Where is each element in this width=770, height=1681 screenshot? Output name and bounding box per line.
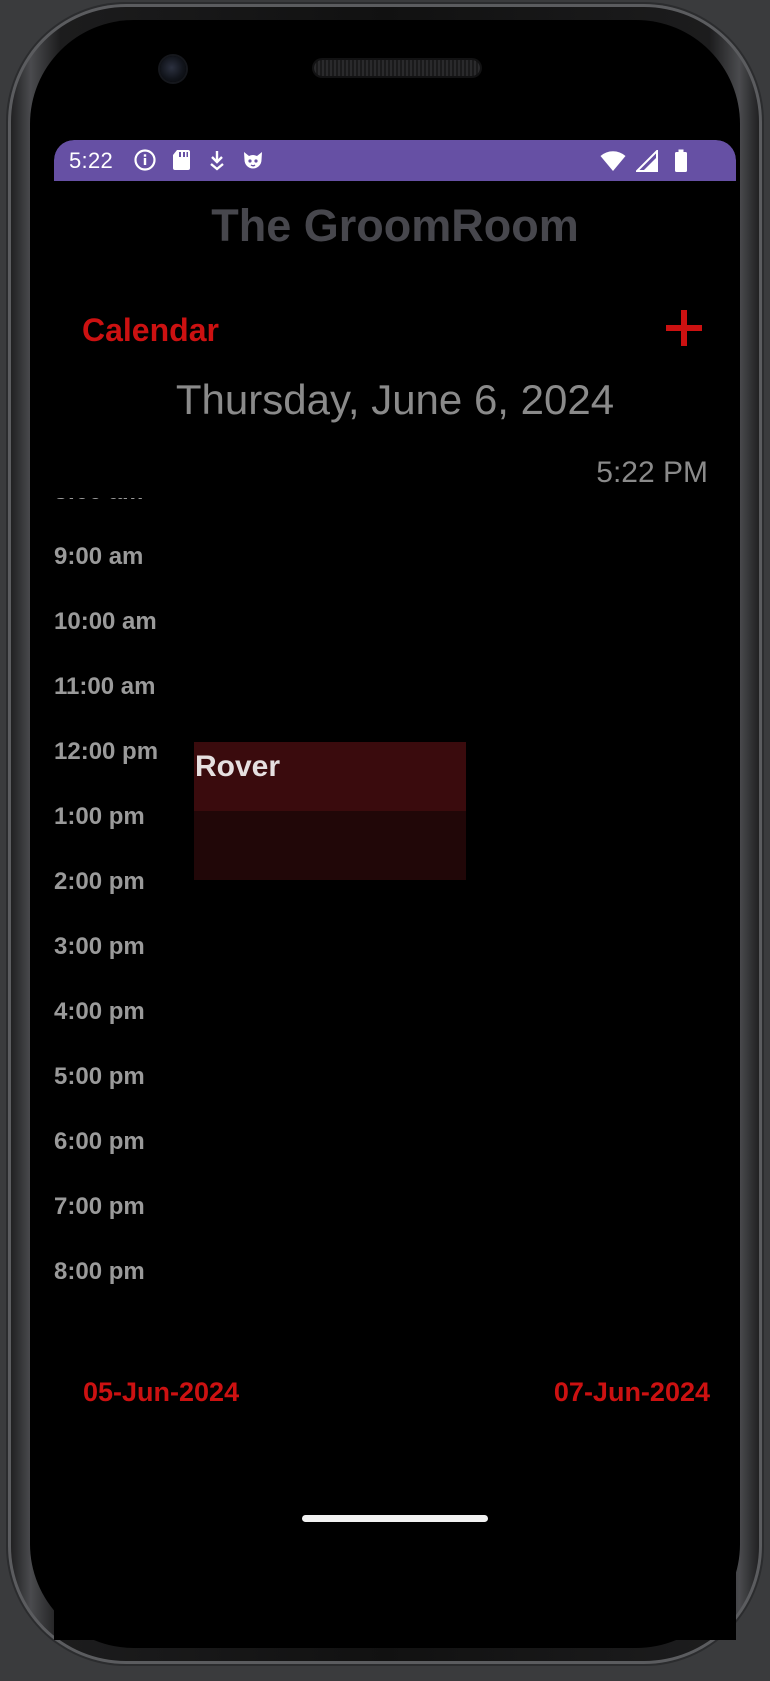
status-time: 5:22 xyxy=(69,148,114,173)
hour-label: 10:00 am xyxy=(54,608,157,635)
next-day-link[interactable]: 07-Jun-2024 xyxy=(554,1377,710,1408)
hour-label: 6:00 pm xyxy=(54,1128,145,1155)
hour-label: 3:00 pm xyxy=(54,933,145,960)
calendar-label: Calendar xyxy=(82,312,219,348)
status-bar: 5:22 xyxy=(54,140,736,181)
home-indicator[interactable] xyxy=(302,1515,488,1522)
plus-icon xyxy=(666,310,702,346)
signal-icon xyxy=(634,148,660,174)
earpiece-speaker xyxy=(314,60,480,76)
info-icon xyxy=(132,147,158,173)
hour-label: 8:00 pm xyxy=(54,1258,145,1285)
current-time: 5:22 PM xyxy=(596,456,708,489)
hour-label: 4:00 pm xyxy=(54,998,145,1025)
add-appointment-button[interactable] xyxy=(662,306,706,350)
wifi-icon xyxy=(600,148,626,174)
hour-label: 1:00 pm xyxy=(54,803,145,830)
phone-frame: 5:22 The GroomRoom Calendar Thursday, Ju… xyxy=(8,4,762,1664)
hour-label: 9:00 am xyxy=(54,543,144,570)
app-title: The GroomRoom xyxy=(211,200,579,251)
day-schedule[interactable]: 8:00 am 9:00 am 10:00 am 11:00 am 12:00 … xyxy=(54,498,736,1358)
hour-label: 8:00 am xyxy=(54,498,143,506)
battery-icon xyxy=(668,148,694,174)
hour-label: 7:00 pm xyxy=(54,1193,145,1220)
hour-label: 11:00 am xyxy=(54,673,156,700)
appointment-name: Rover xyxy=(195,750,281,783)
previous-day-link[interactable]: 05-Jun-2024 xyxy=(83,1377,239,1408)
download-icon xyxy=(204,147,230,173)
sd-card-icon xyxy=(168,147,194,173)
appointment-block[interactable]: Rover xyxy=(194,742,466,880)
date-heading: Thursday, June 6, 2024 xyxy=(175,376,615,423)
hour-label: 5:00 pm xyxy=(54,1063,145,1090)
hour-label: 2:00 pm xyxy=(54,868,145,895)
app-screen: 5:22 The GroomRoom Calendar Thursday, Ju… xyxy=(54,140,736,1640)
front-camera xyxy=(160,56,186,82)
appointment-second-hour xyxy=(194,811,466,880)
hour-label: 12:00 pm xyxy=(54,738,159,765)
cat-face-icon xyxy=(240,147,266,173)
